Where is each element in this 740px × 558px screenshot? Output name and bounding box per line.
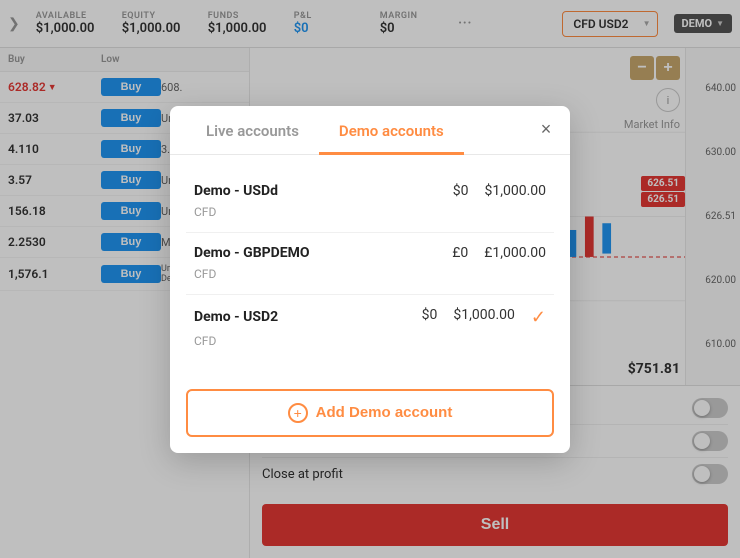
- account-item-header: Demo - USDd $0 $1,000.00: [194, 183, 546, 199]
- account-item-usdd[interactable]: Demo - USDd $0 $1,000.00 CFD: [186, 171, 554, 233]
- add-demo-account-button[interactable]: + Add Demo account: [186, 389, 554, 437]
- account-modal: × Live accounts Demo accounts Demo - USD…: [170, 106, 570, 453]
- account-name: Demo - GBPDEMO: [194, 245, 310, 261]
- account-balance2: $1,000.00: [453, 307, 515, 328]
- add-circle-icon: +: [288, 403, 308, 423]
- account-item-header: Demo - GBPDEMO £0 £1,000.00: [194, 245, 546, 261]
- account-values: $0 $1,000.00: [453, 183, 546, 199]
- account-balance2: £1,000.00: [484, 245, 546, 261]
- account-balance2: $1,000.00: [484, 183, 546, 199]
- selected-checkmark-icon: ✓: [531, 307, 546, 328]
- account-balance1: $0: [453, 183, 469, 199]
- account-item-usd2[interactable]: Demo - USD2 $0 $1,000.00 ✓ CFD: [186, 295, 554, 361]
- account-item-gbpdemo[interactable]: Demo - GBPDEMO £0 £1,000.00 CFD: [186, 233, 554, 295]
- account-type: CFD: [194, 205, 216, 219]
- account-type: CFD: [194, 267, 216, 281]
- account-item-header: Demo - USD2 $0 $1,000.00 ✓: [194, 307, 546, 328]
- account-type: CFD: [194, 334, 216, 348]
- account-balance1: $0: [422, 307, 438, 328]
- account-name: Demo - USD2: [194, 309, 278, 325]
- account-name: Demo - USDd: [194, 183, 278, 199]
- tab-demo-accounts[interactable]: Demo accounts: [319, 106, 464, 155]
- modal-tabs: Live accounts Demo accounts: [170, 106, 570, 155]
- add-account-label: Add Demo account: [316, 404, 453, 421]
- account-values: $0 $1,000.00 ✓: [422, 307, 546, 328]
- account-values: £0 £1,000.00: [452, 245, 546, 261]
- account-balance1: £0: [452, 245, 468, 261]
- modal-close-button[interactable]: ×: [534, 118, 558, 142]
- tab-live-accounts[interactable]: Live accounts: [186, 106, 319, 155]
- modal-body: Demo - USDd $0 $1,000.00 CFD Demo - GBPD…: [170, 155, 570, 377]
- modal-overlay[interactable]: × Live accounts Demo accounts Demo - USD…: [0, 0, 740, 558]
